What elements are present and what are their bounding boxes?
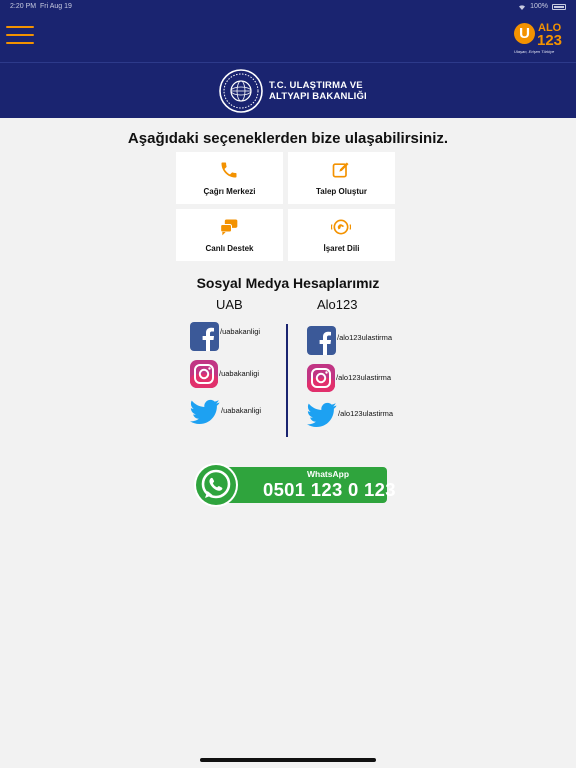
facebook-icon: [307, 326, 336, 355]
social-media-title: Sosyal Medya Hesaplarımız: [196, 275, 380, 291]
menu-line-icon: [6, 34, 34, 36]
twitter-icon: [190, 399, 220, 424]
home-indicator: [200, 758, 376, 762]
create-request-label: Talep Oluştur: [316, 187, 367, 196]
menu-line-icon: [6, 42, 34, 44]
alo123-twitter-link[interactable]: /alo123ulastirma: [307, 402, 393, 428]
edit-icon: [332, 162, 349, 178]
social-divider: [286, 324, 288, 437]
whatsapp-number: 0501 123 0 123: [263, 479, 396, 500]
status-time: 2:20 PM Fri Aug 19: [10, 3, 72, 10]
uab-facebook-handle: /uabakanligi: [220, 327, 261, 336]
app-header: U ALO 123 Ulaşan, Erişen Türkiye: [0, 14, 576, 62]
status-right: 100%: [518, 3, 566, 10]
sign-language-icon: [331, 219, 351, 235]
ministry-title-line1: T.C. ULAŞTIRMA VE: [269, 80, 363, 91]
status-bar: 2:20 PM Fri Aug 19 100%: [0, 0, 576, 14]
live-support-label: Canlı Destek: [205, 244, 254, 253]
alo123-facebook-handle: /alo123ulastirma: [337, 333, 393, 342]
instagram-icon: [307, 364, 335, 392]
battery-percent: 100%: [530, 3, 548, 10]
twitter-icon: [307, 402, 337, 427]
alo123-logo[interactable]: U ALO 123 Ulaşan, Erişen Türkiye: [514, 20, 568, 60]
whatsapp-label: WhatsApp: [306, 469, 350, 479]
alo123-instagram-link[interactable]: /alo123ulastirma: [307, 364, 391, 392]
sign-language-label: İşaret Dili: [323, 244, 360, 253]
logo-tagline: Ulaşan, Erişen Türkiye: [514, 49, 555, 54]
uab-column-header: UAB: [216, 297, 243, 312]
ministry-banner: T.C. ULAŞTIRMA VE ALTYAPI BAKANLIĞI: [0, 62, 576, 118]
logo-u-badge: U: [514, 23, 535, 44]
live-support-button[interactable]: Canlı Destek: [176, 209, 283, 261]
facebook-icon: [190, 322, 219, 351]
menu-line-icon: [6, 26, 34, 28]
call-center-label: Çağrı Merkezi: [203, 187, 256, 196]
alo123-twitter-handle: /alo123ulastirma: [338, 408, 394, 418]
uab-facebook-link[interactable]: /uabakanligi: [190, 322, 260, 351]
whatsapp-icon: [194, 463, 238, 507]
whatsapp-contact-button[interactable]: WhatsApp 0501 123 0 123: [193, 462, 395, 508]
uab-twitter-handle: /uabakanligi: [221, 405, 262, 415]
instagram-icon: [190, 360, 218, 388]
chat-icon: [220, 219, 238, 236]
ministry-emblem-icon: [219, 69, 263, 113]
call-center-button[interactable]: Çağrı Merkezi: [176, 152, 283, 204]
uab-instagram-handle: /uabakanligi: [219, 368, 260, 378]
alo123-column-header: Alo123: [317, 297, 358, 312]
alo123-instagram-handle: /alo123ulastirma: [336, 372, 392, 382]
phone-icon: [221, 162, 237, 178]
alo123-facebook-link[interactable]: /alo123ulastirma: [307, 326, 392, 355]
ministry-title-line2: ALTYAPI BAKANLIĞI: [269, 91, 367, 102]
uab-instagram-link[interactable]: /uabakanligi: [190, 360, 259, 388]
battery-icon: [552, 3, 566, 10]
whatsapp-bar: WhatsApp 0501 123 0 123: [215, 467, 395, 503]
contact-intro-heading: Aşağıdaki seçeneklerden bize ulaşabilirs…: [127, 130, 449, 147]
create-request-button[interactable]: Talep Oluştur: [288, 152, 395, 204]
sign-language-button[interactable]: İşaret Dili: [288, 209, 395, 261]
wifi-icon: [519, 4, 526, 10]
uab-twitter-link[interactable]: /uabakanligi: [190, 399, 261, 425]
hamburger-menu-button[interactable]: [6, 26, 34, 48]
ministry-title: T.C. ULAŞTIRMA VE ALTYAPI BAKANLIĞI: [269, 80, 367, 102]
logo-number-text: 123: [537, 32, 563, 49]
